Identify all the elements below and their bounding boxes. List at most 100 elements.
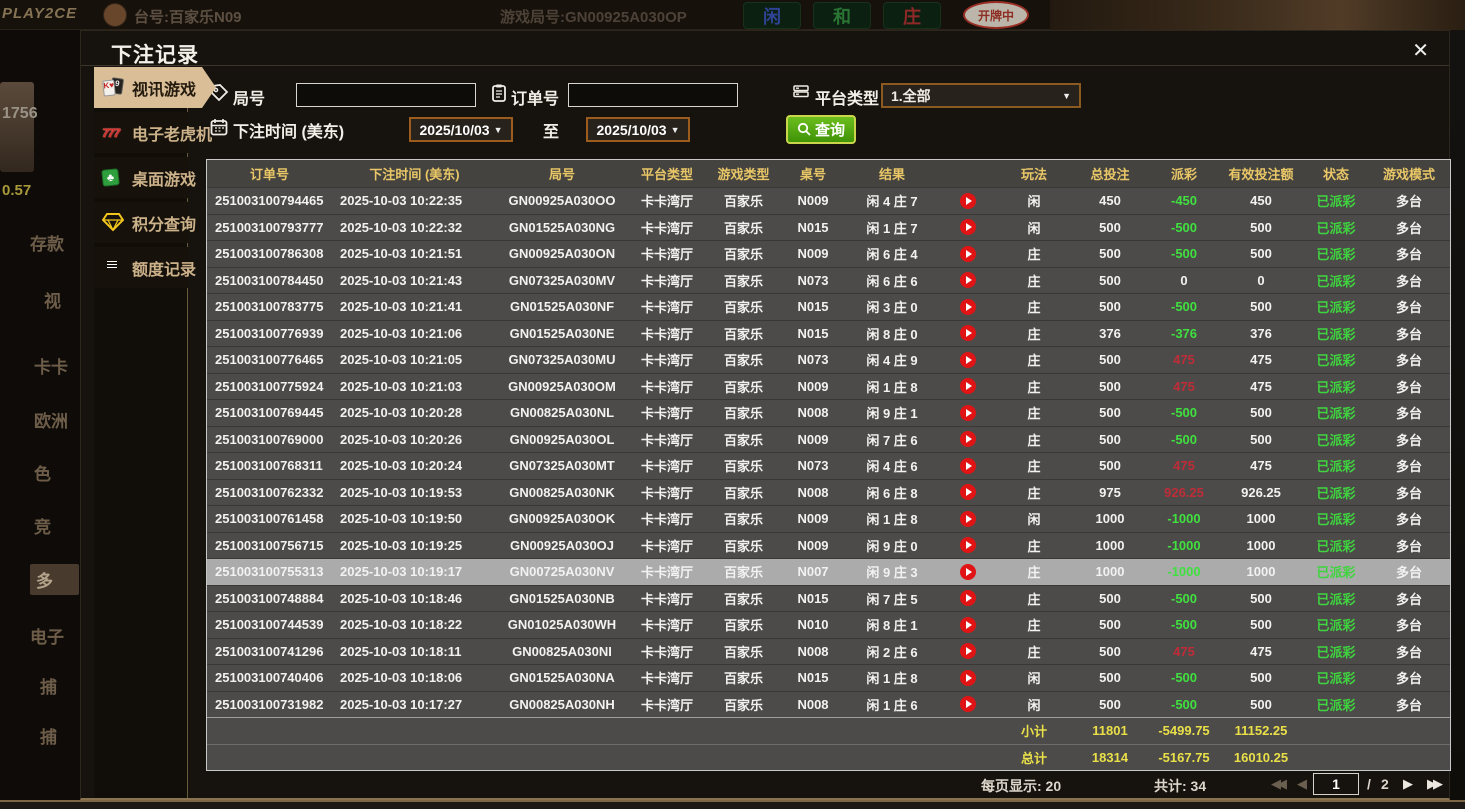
cell-replay [938,272,998,288]
order-no-input[interactable] [568,83,738,107]
replay-play-icon[interactable] [960,219,976,235]
cell-total-bet: 500 [1070,644,1150,659]
cell-result: 闲 4 庄 7 [846,191,938,210]
replay-play-icon[interactable] [960,431,976,447]
table-row: 251003100794465 2025-10-03 10:22:35 GN00… [207,187,1450,214]
cell-replay [938,405,998,421]
per-page-label: 每页显示: 20 [981,776,1061,796]
cell-status: 已派彩 [1304,377,1368,396]
balance-fragment: 1756 [2,105,38,123]
replay-play-icon[interactable] [960,246,976,262]
table-row: 251003100744539 2025-10-03 10:18:22 GN01… [207,611,1450,638]
cell-status: 已派彩 [1304,297,1368,316]
sidebar-item-points[interactable]: 积分查询 [94,202,188,243]
replay-play-icon[interactable] [960,696,976,712]
cell-game-type: 百家乐 [707,403,780,422]
prev-page-icon[interactable]: ◀ [1297,776,1303,792]
round-no-input[interactable] [296,83,476,107]
subtotal-row: 小计 11801 -5499.75 11152.25 [207,717,1450,744]
cell-table-no: N008 [780,644,846,659]
cell-order-no: 251003100776939 [207,326,332,341]
replay-play-icon[interactable] [960,511,976,527]
document-icon [102,257,126,279]
date-to-value: 2025/10/03 [597,122,667,138]
cell-order-no: 251003100783775 [207,299,332,314]
cell-game-type: 百家乐 [707,191,780,210]
replay-play-icon[interactable] [960,405,976,421]
cell-total-bet: 376 [1070,326,1150,341]
cell-status: 已派彩 [1304,403,1368,422]
replay-play-icon[interactable] [960,458,976,474]
replay-play-icon[interactable] [960,325,976,341]
cell-total-bet: 500 [1070,670,1150,685]
cell-valid-bet: 376 [1218,326,1304,341]
date-to-picker[interactable]: 2025/10/03 ▼ [586,117,690,142]
cell-game-type: 百家乐 [707,244,780,263]
cell-status: 已派彩 [1304,589,1368,608]
replay-play-icon[interactable] [960,564,976,580]
sidebar-item-label: 积分查询 [132,211,196,235]
cell-table-no: N009 [780,511,846,526]
sidebar-item-quota-records[interactable]: 额度记录 [94,247,188,288]
cell-bet-time: 2025-10-03 10:21:06 [332,326,497,341]
cell-total-bet: 1000 [1070,538,1150,553]
cell-play-side: 庄 [998,483,1070,502]
header-cell: 结果 [846,164,938,183]
game-round-label: 游戏局号:GN00925A030OP [500,6,687,27]
cell-replay [938,219,998,235]
cell-table-no: N073 [780,458,846,473]
cell-round-no: GN00725A030NV [497,564,627,579]
replay-play-icon[interactable] [960,299,976,315]
cell-total-bet: 500 [1070,379,1150,394]
table-number-label: 台号:百家乐N09 [134,6,242,27]
cell-replay [938,325,998,341]
cell-game-mode: 多台 [1368,562,1450,581]
page-number-input[interactable]: 1 [1313,773,1359,795]
replay-play-icon[interactable] [960,193,976,209]
close-icon[interactable]: ✕ [1412,41,1429,61]
first-page-icon[interactable]: ◀◀ [1271,776,1283,792]
cell-game-mode: 多台 [1368,589,1450,608]
cell-total-bet: 500 [1070,591,1150,606]
sidebar-item-live-games[interactable]: 9K♥ 视讯游戏 [94,67,216,108]
cell-game-type: 百家乐 [707,695,780,714]
replay-play-icon[interactable] [960,617,976,633]
replay-play-icon[interactable] [960,378,976,394]
table-row: 251003100761458 2025-10-03 10:19:50 GN00… [207,505,1450,532]
sidebar-item-table-games[interactable]: ♣ 桌面游戏 [94,157,188,198]
cell-play-side: 庄 [998,297,1070,316]
search-button[interactable]: 查询 [786,115,856,144]
sidebar-item-slots[interactable]: 777 电子老虎机 [94,112,188,153]
search-icon [797,122,812,137]
cell-order-no: 251003100775924 [207,379,332,394]
replay-play-icon[interactable] [960,643,976,659]
header-cell: 总投注 [1070,164,1150,183]
platform-list-icon [791,83,811,103]
replay-play-icon[interactable] [960,484,976,500]
cell-round-no: GN01525A030NA [497,670,627,685]
replay-play-icon[interactable] [960,670,976,686]
replay-play-icon[interactable] [960,272,976,288]
slot-777-icon: 777 [102,122,126,144]
date-from-picker[interactable]: 2025/10/03 ▼ [409,117,513,142]
table-row: 251003100769445 2025-10-03 10:20:28 GN00… [207,399,1450,426]
cell-bet-time: 2025-10-03 10:21:05 [332,352,497,367]
cell-valid-bet: 475 [1218,458,1304,473]
cell-bet-time: 2025-10-03 10:22:32 [332,220,497,235]
next-page-icon[interactable]: ▶ [1403,776,1409,792]
chevron-down-icon: ▼ [1062,91,1071,101]
cell-play-side: 庄 [998,456,1070,475]
cell-order-no: 251003100741296 [207,644,332,659]
subtotal-payout: -5499.75 [1150,723,1218,738]
cell-total-bet: 975 [1070,485,1150,500]
cell-status: 已派彩 [1304,642,1368,661]
replay-play-icon[interactable] [960,590,976,606]
cell-platform: 卡卡湾厅 [627,218,707,237]
bet-zone-player: 闲 [743,2,801,29]
replay-play-icon[interactable] [960,537,976,553]
cell-game-type: 百家乐 [707,377,780,396]
last-page-icon[interactable]: ▶▶ [1427,776,1439,792]
cell-valid-bet: 0 [1218,273,1304,288]
platform-type-select[interactable]: 1.全部 ▼ [881,83,1081,108]
replay-play-icon[interactable] [960,352,976,368]
